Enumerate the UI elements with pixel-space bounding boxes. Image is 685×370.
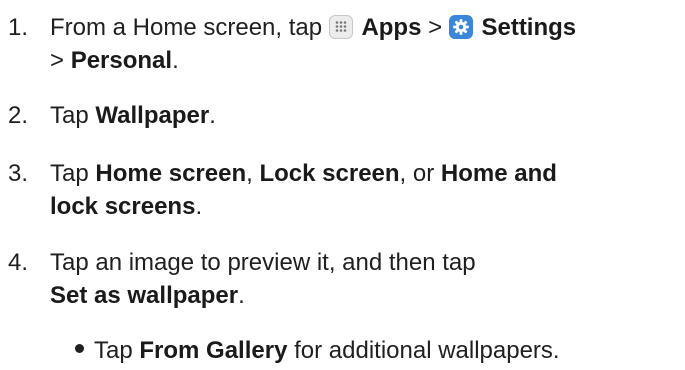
step-number: 4. (8, 249, 29, 276)
step-number: 3. (8, 160, 29, 187)
personal-label: Personal (70, 47, 173, 74)
wallpaper-label: Wallpaper (95, 102, 210, 129)
step-text: Tap (50, 160, 96, 187)
home-and-label: Home and (440, 160, 557, 187)
period: . (238, 282, 245, 309)
apps-label: Apps (361, 14, 422, 41)
separator: > (421, 14, 449, 41)
step-number: 2. (8, 102, 29, 129)
bullet-item: Tap From Gallery for additional wallpape… (75, 334, 560, 367)
bullet-dot (75, 344, 84, 353)
bullet-text: Tap (94, 337, 140, 364)
or-text: , or (399, 160, 441, 187)
step-text: Tap an image to preview it, and then tap (50, 249, 476, 276)
instructions-page: 1. From a Home screen, tap Apps > Settin… (0, 0, 685, 370)
settings-label: Settings (481, 14, 577, 41)
period: . (172, 47, 179, 74)
lock-screen-label: Lock screen (259, 160, 400, 187)
step-3: 3. Tap Home screen, Lock screen, or Home … (8, 157, 681, 223)
comma: , (246, 160, 260, 187)
lock-screens-label: lock screens (50, 193, 196, 220)
period: . (195, 193, 203, 220)
from-gallery-label: From Gallery (139, 337, 288, 364)
set-as-wallpaper-label: Set as wallpaper (50, 282, 239, 309)
settings-gear-icon (448, 15, 473, 39)
period: . (209, 102, 216, 129)
step-4-line-2: Set as wallpaper. (8, 279, 681, 312)
bullet-suffix: for additional wallpapers. (287, 337, 560, 364)
step-2: 2. Tap Wallpaper. (8, 99, 681, 132)
step-text: Tap (50, 102, 96, 129)
step-1-line-2: > Personal. (8, 44, 681, 77)
step-text: From a Home screen, tap (50, 14, 329, 41)
step-1: 1. From a Home screen, tap Apps > Settin… (8, 11, 681, 77)
apps-grid-icon (328, 15, 353, 39)
step-3-line-2: lock screens. (8, 190, 681, 223)
home-screen-label: Home screen (95, 160, 247, 187)
step-4: 4. Tap an image to preview it, and then t… (8, 246, 681, 312)
step-number: 1. (8, 14, 29, 41)
separator: > (50, 47, 71, 74)
